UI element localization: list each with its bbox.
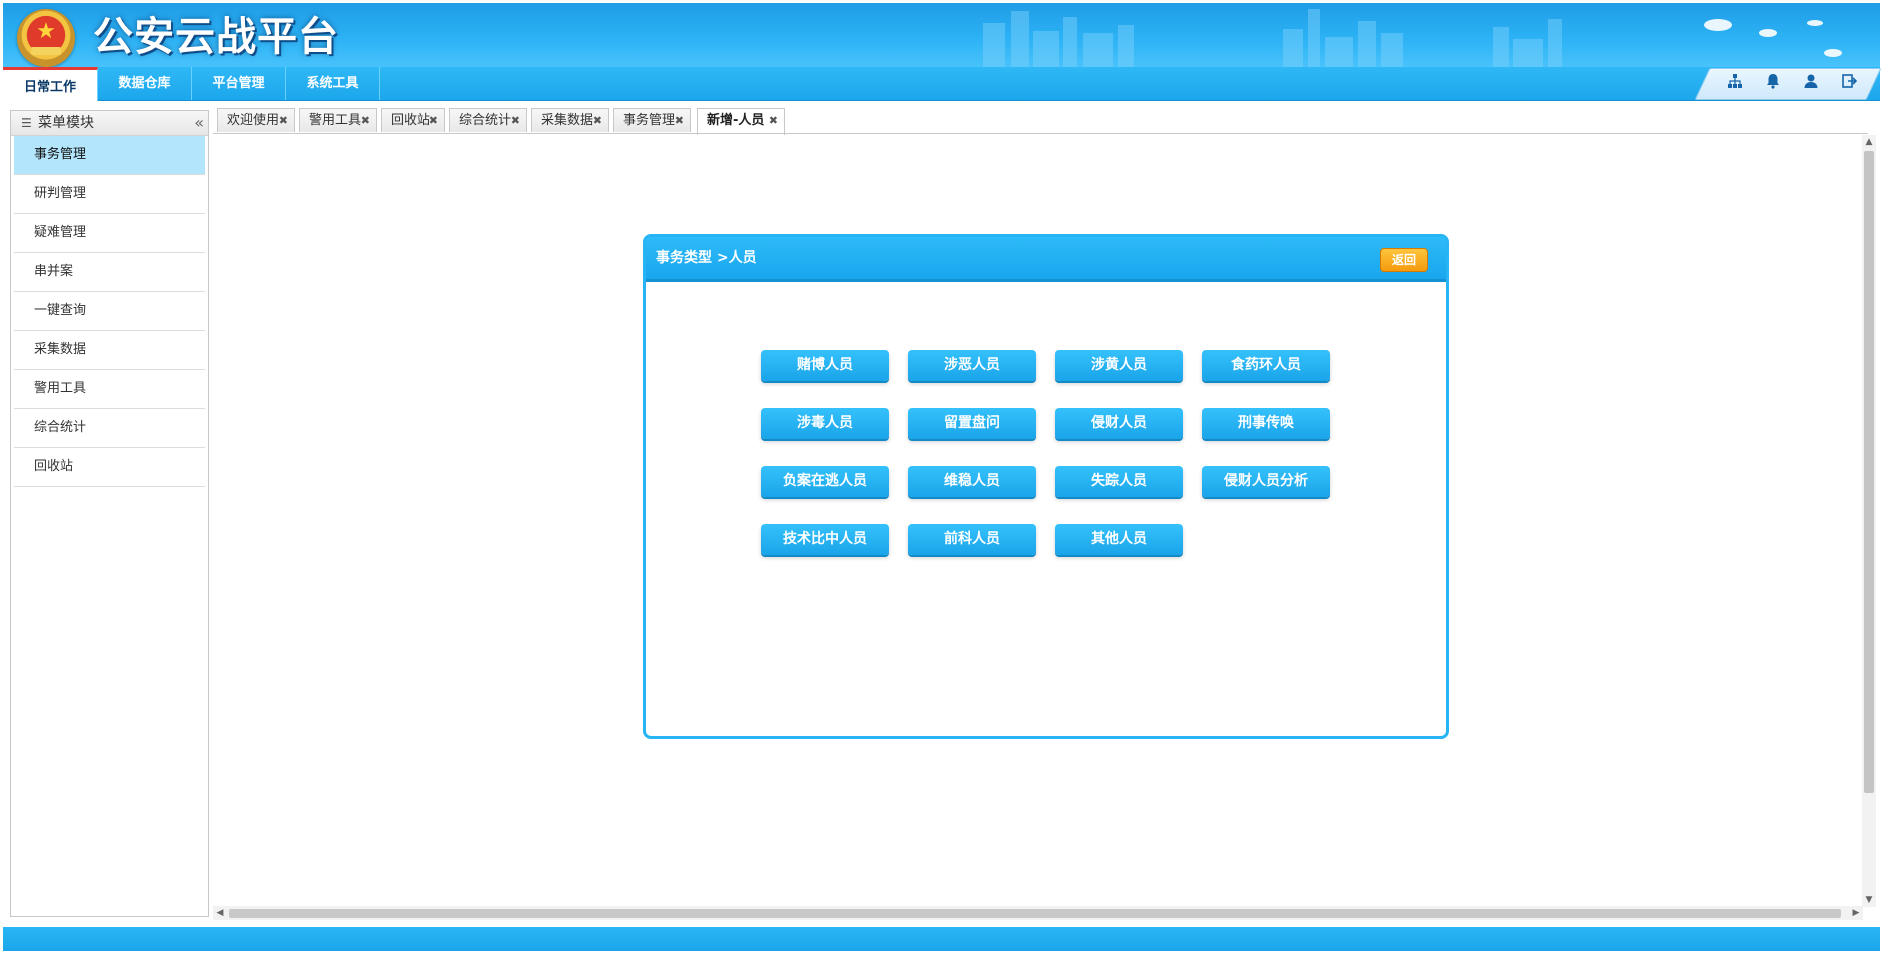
category-button-drugs[interactable]: 涉毒人员 — [761, 408, 889, 439]
close-icon[interactable]: ✖ — [511, 109, 520, 133]
nav-tab-system-tools[interactable]: 系统工具 — [286, 67, 380, 100]
sidebar-item-difficult-cases[interactable]: 疑难管理 — [14, 214, 205, 253]
dialog-title: 事务类型 >人员 — [656, 250, 757, 266]
header-banner: ★ 公安云战平台 — [3, 3, 1880, 67]
category-button-property-crime[interactable]: 侵财人员 — [1055, 408, 1183, 439]
category-button-prior-record[interactable]: 前科人员 — [908, 524, 1036, 555]
dialog-header: 事务类型 >人员 返回 — [646, 237, 1446, 282]
category-button-tech-matched[interactable]: 技术比中人员 — [761, 524, 889, 555]
tab-label: 回收站 — [391, 113, 431, 128]
sidebar-header: ☰ 菜单模块 « — [11, 111, 208, 136]
tab-label: 警用工具 — [309, 113, 362, 128]
sidebar-item-affairs-management[interactable]: 事务管理 — [14, 136, 205, 175]
back-button[interactable]: 返回 — [1380, 248, 1428, 272]
category-button-pornography[interactable]: 涉黄人员 — [1055, 350, 1183, 381]
footer-bar — [3, 927, 1880, 951]
police-emblem-icon: ★ — [17, 9, 75, 67]
bell-icon[interactable] — [1764, 73, 1782, 91]
sidebar-menu: ☰ 菜单模块 « 事务管理 研判管理 疑难管理 串并案 一键查询 采集数据 警用工… — [10, 110, 209, 917]
sidebar-item-one-click-query[interactable]: 一键查询 — [14, 292, 205, 331]
org-chart-icon[interactable] — [1726, 73, 1744, 91]
close-icon[interactable]: ✖ — [361, 109, 370, 133]
close-icon[interactable]: ✖ — [769, 109, 778, 133]
tab-statistics[interactable]: 综合统计 ✖ — [449, 108, 527, 132]
app-title: 公安云战平台 — [93, 14, 339, 60]
sidebar-item-police-tools[interactable]: 警用工具 — [14, 370, 205, 409]
category-button-stability[interactable]: 维稳人员 — [908, 466, 1036, 497]
tab-welcome[interactable]: 欢迎使用 ✖ — [217, 108, 295, 132]
sidebar-item-collect-data[interactable]: 采集数据 — [14, 331, 205, 370]
tab-label: 新增-人员 — [707, 113, 765, 128]
category-button-gambling[interactable]: 赌博人员 — [761, 350, 889, 381]
tab-label: 综合统计 — [459, 113, 512, 128]
vertical-scrollbar[interactable]: ▲ ▼ — [1862, 135, 1876, 907]
sidebar-item-statistics[interactable]: 综合统计 — [14, 409, 205, 448]
sidebar-item-serial-cases[interactable]: 串并案 — [14, 253, 205, 292]
category-button-missing-persons[interactable]: 失踪人员 — [1055, 466, 1183, 497]
nav-tab-data-warehouse[interactable]: 数据仓库 — [98, 67, 192, 100]
category-button-criminal-summons[interactable]: 刑事传唤 — [1202, 408, 1330, 439]
tab-affairs-management[interactable]: 事务管理 ✖ — [613, 108, 691, 132]
nav-tab-daily-work[interactable]: 日常工作 — [3, 67, 98, 101]
close-icon[interactable]: ✖ — [429, 109, 438, 133]
tab-new-person[interactable]: 新增-人员 ✖ — [697, 108, 785, 135]
category-button-fugitives[interactable]: 负案在逃人员 — [761, 466, 889, 497]
category-button-detention-questioning[interactable]: 留置盘问 — [908, 408, 1036, 439]
close-icon[interactable]: ✖ — [593, 109, 602, 133]
sidebar-item-analysis-management[interactable]: 研判管理 — [14, 175, 205, 214]
scroll-up-icon[interactable]: ▲ — [1862, 135, 1876, 149]
top-navigation: 日常工作 数据仓库 平台管理 系统工具 — [3, 67, 1882, 101]
affair-type-dialog: 事务类型 >人员 返回 赌博人员 涉恶人员 涉黄人员 食药环人员 涉毒人员 留置… — [643, 234, 1449, 739]
tab-collect-data[interactable]: 采集数据 ✖ — [531, 108, 609, 132]
nav-tab-platform-management[interactable]: 平台管理 — [192, 67, 286, 100]
scroll-down-icon[interactable]: ▼ — [1862, 893, 1876, 907]
tab-recycle-bin[interactable]: 回收站 ✖ — [381, 108, 445, 132]
list-icon: ☰ — [21, 116, 32, 130]
category-button-organized-crime[interactable]: 涉恶人员 — [908, 350, 1036, 381]
tab-label: 采集数据 — [541, 113, 594, 128]
close-icon[interactable]: ✖ — [279, 109, 288, 133]
collapse-icon[interactable]: « — [194, 111, 204, 135]
tab-label: 事务管理 — [623, 113, 676, 128]
horizontal-scrollbar[interactable]: ◀ ▶ — [213, 906, 1863, 920]
category-button-property-crime-analysis[interactable]: 侵财人员分析 — [1202, 466, 1330, 497]
user-icon[interactable] — [1802, 73, 1820, 91]
scroll-left-icon[interactable]: ◀ — [213, 906, 227, 920]
sidebar-item-recycle-bin[interactable]: 回收站 — [14, 448, 205, 487]
sidebar-title: 菜单模块 — [38, 115, 94, 131]
tab-divider — [213, 133, 1868, 134]
tab-police-tools[interactable]: 警用工具 ✖ — [299, 108, 377, 132]
vertical-scroll-thumb[interactable] — [1864, 151, 1874, 793]
category-button-other[interactable]: 其他人员 — [1055, 524, 1183, 555]
scroll-right-icon[interactable]: ▶ — [1849, 906, 1863, 920]
tab-label: 欢迎使用 — [227, 113, 280, 128]
category-button-food-drug-env[interactable]: 食药环人员 — [1202, 350, 1330, 381]
horizontal-scroll-thumb[interactable] — [229, 909, 1841, 918]
close-icon[interactable]: ✖ — [675, 109, 684, 133]
logout-icon[interactable] — [1840, 73, 1858, 91]
